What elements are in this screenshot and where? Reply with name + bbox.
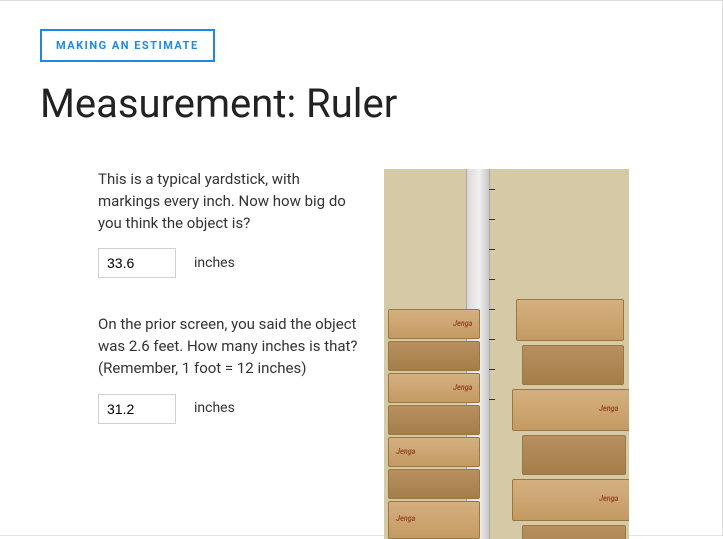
jenga-block: Jenga bbox=[388, 373, 480, 403]
question-1-input[interactable] bbox=[98, 248, 176, 278]
question-2-unit: inches bbox=[194, 398, 235, 418]
jenga-logo: Jenga bbox=[396, 447, 415, 456]
jenga-logo: Jenga bbox=[453, 383, 472, 392]
reference-image: Jenga Jenga Jenga Jenga Jenga bbox=[384, 169, 629, 539]
page-title: Measurement: Ruler bbox=[40, 80, 682, 127]
jenga-block bbox=[516, 299, 624, 341]
question-2-prompt: On the prior screen, you said the object… bbox=[98, 314, 360, 379]
jenga-block: Jenga bbox=[512, 389, 629, 431]
jenga-block: Jenga bbox=[512, 479, 629, 521]
jenga-logo: Jenga bbox=[396, 514, 415, 523]
jenga-block bbox=[522, 525, 626, 539]
question-panel: This is a typical yardstick, with markin… bbox=[40, 169, 360, 539]
jenga-logo: Jenga bbox=[453, 319, 472, 328]
jenga-block bbox=[388, 341, 480, 371]
jenga-block bbox=[522, 345, 624, 385]
question-1-unit: inches bbox=[194, 253, 235, 273]
jenga-block bbox=[522, 435, 626, 475]
jenga-block: Jenga bbox=[388, 309, 480, 339]
jenga-block bbox=[388, 469, 480, 499]
jenga-block: Jenga bbox=[388, 501, 480, 539]
jenga-logo: Jenga bbox=[599, 494, 618, 503]
category-badge: MAKING AN ESTIMATE bbox=[40, 29, 215, 62]
jenga-logo: Jenga bbox=[599, 404, 618, 413]
jenga-block bbox=[388, 405, 480, 435]
question-2-input[interactable] bbox=[98, 394, 176, 424]
question-1-prompt: This is a typical yardstick, with markin… bbox=[98, 169, 360, 234]
jenga-block: Jenga bbox=[388, 437, 480, 467]
